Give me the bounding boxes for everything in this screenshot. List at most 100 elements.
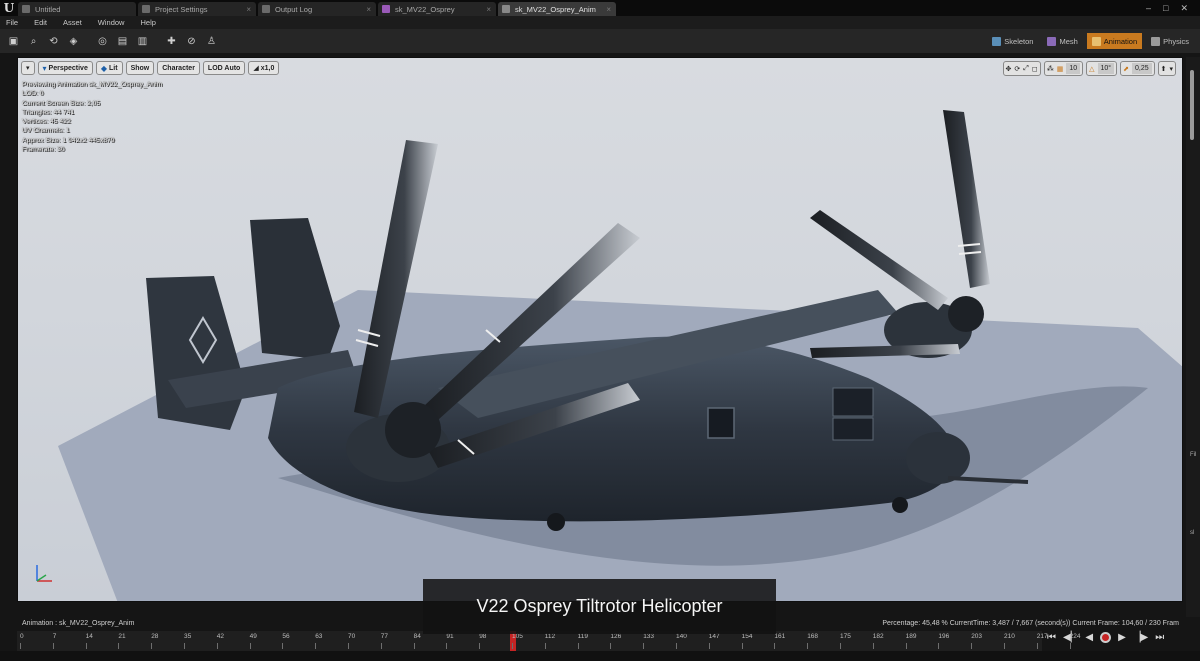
mode-physics[interactable]: Physics [1146, 33, 1194, 49]
record-icon[interactable]: ◎ [94, 33, 111, 50]
chevron-down-icon[interactable]: ▾ [1169, 65, 1173, 73]
viewport-options-button[interactable]: ▾ [21, 61, 35, 75]
preview-mesh-icon[interactable]: ◈ [65, 33, 82, 50]
reimport-icon[interactable]: ⟲ [45, 33, 62, 50]
camera-speed-icon[interactable]: ⬆ [1161, 65, 1167, 73]
close-icon[interactable]: × [486, 5, 491, 14]
surface-snap-icon[interactable]: ⁂ [1047, 65, 1054, 73]
landing-wheel [547, 513, 565, 531]
perspective-button[interactable]: ▾ Perspective [37, 61, 93, 75]
timeline-tick [282, 643, 284, 649]
tab-output-log[interactable]: Output Log × [258, 2, 376, 16]
apply-compression-icon[interactable]: ▤ [114, 33, 131, 50]
menu-asset[interactable]: Asset [63, 18, 82, 27]
transform-mode-group: ✥ ⟳ ⤢ ◻ [1002, 61, 1041, 76]
tab-animation[interactable]: sk_MV22_Osprey_Anim × [498, 2, 616, 16]
timeline-tick-label: 189 [905, 633, 917, 640]
tab-bar: U Untitled Project Settings × Output Log ×… [0, 0, 1200, 16]
chevron-down-icon: ▾ [26, 65, 30, 72]
maximize-button[interactable]: □ [1163, 3, 1168, 14]
timeline-tick [315, 643, 317, 649]
rotation-snap-icon[interactable]: △ [1089, 65, 1094, 73]
export-icon[interactable]: ▥ [134, 33, 151, 50]
menu-file[interactable]: File [6, 18, 18, 27]
axis-gizmo-icon [36, 565, 52, 582]
scale-snap-group: ⬈ 0,25 [1120, 61, 1155, 76]
scrollbar[interactable] [1190, 70, 1194, 140]
rotation-snap-value[interactable]: 10° [1097, 63, 1115, 74]
unreal-logo-icon[interactable]: U [0, 0, 18, 16]
show-button[interactable]: Show [125, 61, 155, 75]
tab-untitled[interactable]: Untitled [18, 2, 136, 16]
tab-label: Untitled [35, 4, 61, 14]
character-icon[interactable]: ♙ [203, 33, 220, 50]
mode-mesh[interactable]: Mesh [1042, 33, 1082, 49]
stat-framerate: Framerate: 30 [22, 146, 65, 154]
tab-project-settings[interactable]: Project Settings × [138, 2, 256, 16]
close-window-button[interactable]: ✕ [1180, 3, 1188, 14]
close-icon[interactable]: × [366, 5, 371, 14]
timeline-tick [1036, 643, 1038, 649]
record-button[interactable] [1100, 632, 1112, 643]
menu-bar: File Edit Asset Window Help [0, 16, 1200, 29]
playback-speed-button[interactable]: ◢ x1,0 [248, 61, 280, 75]
grid-snap-value[interactable]: 10 [1066, 63, 1081, 74]
save-icon[interactable]: ▣ [5, 33, 22, 50]
mode-skeleton[interactable]: Skeleton [987, 33, 1038, 49]
tab-label: Project Settings [155, 4, 208, 14]
play-reverse-icon[interactable]: ◀ [1085, 632, 1093, 643]
scale-snap-icon[interactable]: ⬈ [1123, 65, 1129, 73]
timeline-tick-label: 14 [85, 633, 93, 640]
step-forward-icon[interactable]: ▕▶ [1133, 632, 1148, 643]
skeleton-icon [992, 36, 1002, 46]
timeline-scrubber[interactable]: 0 7 14 21 28 35 42 49 56 63 70 77 84 91 98 105 112 119 126… [17, 631, 1080, 651]
minimize-button[interactable]: – [1146, 3, 1151, 14]
timeline-tick [577, 643, 579, 649]
landing-wheel [892, 497, 908, 513]
timeline-tick [348, 643, 349, 649]
timeline-tick [85, 643, 87, 649]
mode-animation[interactable]: Animation [1086, 33, 1143, 49]
step-back-icon[interactable]: ◀▏ [1063, 632, 1078, 643]
disable-icon[interactable]: ⊘ [183, 33, 200, 50]
character-button[interactable]: Character [157, 61, 200, 75]
panel-label-fragment: Fil [1190, 452, 1197, 458]
menu-window[interactable]: Window [98, 18, 125, 27]
rotate-icon[interactable]: ⟳ [1014, 65, 1020, 73]
menu-help[interactable]: Help [140, 18, 155, 27]
level-icon [22, 5, 30, 13]
timeline-tick [643, 643, 645, 649]
timeline-tick [971, 643, 973, 649]
timeline-tick [512, 643, 513, 649]
skip-to-start-icon[interactable]: ⏮ [1047, 632, 1056, 643]
world-local-icon[interactable]: ◻ [1032, 65, 1038, 73]
skip-to-end-icon[interactable]: ⏭ [1155, 632, 1164, 643]
viewport[interactable]: ▾ ▾ Perspective ◆ Lit Show Character LOD A… [17, 57, 1183, 602]
add-icon[interactable]: ✚ [163, 33, 180, 50]
scale-icon[interactable]: ⤢ [1023, 65, 1029, 73]
timeline-tick-label: 63 [315, 633, 323, 640]
timeline-tick-label: 84 [413, 633, 421, 640]
stat-previewing: Previewing Animation sk_MV22_Osprey_Anim [22, 81, 163, 88]
scale-snap-value[interactable]: 0,25 [1131, 63, 1152, 74]
play-icon[interactable]: ▶ [1118, 632, 1126, 643]
find-in-browser-icon[interactable]: ⌕ [25, 33, 42, 50]
lod-button[interactable]: LOD Auto [202, 61, 246, 75]
lod-label: LOD Auto [207, 64, 241, 72]
timeline-tick [774, 643, 776, 649]
lit-label: Lit [109, 64, 118, 72]
speed-label: x1,0 [260, 64, 275, 72]
close-icon[interactable]: × [606, 5, 611, 14]
grid-snap-icon[interactable]: ▦ [1057, 65, 1064, 73]
lit-button[interactable]: ◆ Lit [95, 61, 123, 75]
timeline-tick-label: 98 [479, 633, 487, 640]
tail-fin-right [250, 218, 340, 360]
timeline-tick [905, 643, 907, 649]
translate-icon[interactable]: ✥ [1006, 65, 1012, 73]
timeline-tick-label: 42 [216, 633, 225, 640]
close-icon[interactable]: × [246, 5, 251, 14]
tab-skeletal-mesh[interactable]: sk_MV22_Osprey × [378, 2, 496, 16]
timeline-tick-label: 119 [577, 633, 588, 640]
timeline-tick [446, 643, 448, 649]
menu-edit[interactable]: Edit [34, 18, 47, 27]
